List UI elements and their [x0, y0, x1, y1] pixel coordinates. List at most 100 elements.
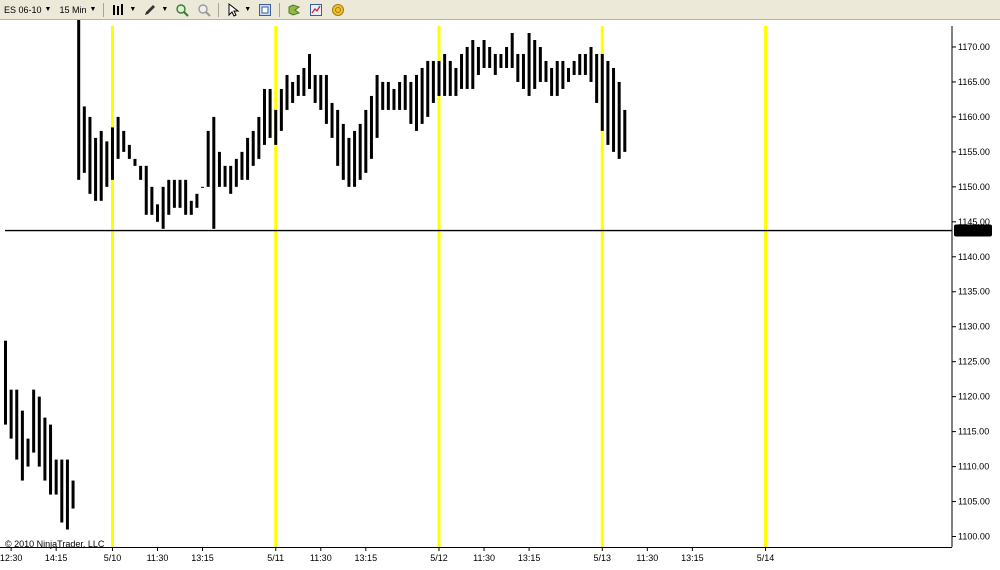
chevron-down-icon: ▼ — [89, 6, 97, 13]
price-bar — [538, 46, 542, 82]
y-tick-label: 1120.00 — [958, 392, 990, 402]
price-bar — [454, 67, 458, 96]
price-bar — [510, 32, 514, 68]
price-bar — [279, 88, 283, 131]
y-axis: 1100.00 1105.00 1110.00 1115.00 1120.00 1125.… — [952, 42, 990, 542]
y-tick-label: 1105.00 — [958, 497, 990, 507]
strategies-button[interactable] — [283, 1, 305, 19]
last-price-marker: 1143.75 — [954, 224, 992, 237]
x-tick-label: 5/14 — [757, 553, 775, 563]
zoom-in-button[interactable] — [171, 1, 193, 19]
price-bar — [521, 53, 525, 89]
price-bar — [358, 123, 362, 180]
price-bar — [533, 39, 537, 89]
price-bar — [420, 67, 424, 124]
price-bar — [527, 32, 531, 96]
chevron-down-icon: ▼ — [244, 6, 252, 13]
x-tick-label: 13:15 — [355, 553, 378, 563]
price-bar — [595, 53, 599, 103]
price-bar — [612, 67, 616, 152]
price-bar — [212, 116, 216, 229]
price-bar — [122, 130, 126, 152]
x-tick-label: 5/12 — [430, 553, 448, 563]
price-bar — [555, 60, 559, 96]
y-tick-label: 1135.00 — [958, 287, 990, 297]
price-bar — [4, 340, 7, 425]
x-axis: 12:30 14:15 5/10 11:30 13:15 5/11 11:30 13:15 5/… — [0, 547, 774, 563]
cursor-button[interactable]: ▼ — [222, 1, 254, 19]
price-bar — [223, 165, 227, 187]
interval-label: 15 Min — [59, 4, 87, 15]
price-bar — [319, 74, 323, 110]
price-bar — [403, 74, 407, 110]
price-bar — [448, 60, 452, 96]
price-bar — [49, 424, 53, 495]
price-bar — [336, 109, 340, 166]
x-tick-label: 11:30 — [473, 553, 495, 563]
price-bar — [493, 53, 497, 75]
price-bar — [392, 88, 396, 110]
instrument-label: ES 06-10 — [4, 4, 42, 15]
zoom-out-button[interactable] — [193, 1, 215, 19]
price-bar — [364, 109, 368, 173]
coin-icon — [330, 2, 346, 18]
price-bar — [488, 46, 492, 68]
price-bar — [431, 60, 435, 103]
plot-area — [0, 26, 953, 548]
price-bar — [443, 53, 447, 96]
price-bar — [606, 60, 610, 145]
price-bar — [544, 60, 548, 82]
price-bar — [623, 109, 627, 152]
y-tick-label: 1115.00 — [958, 427, 989, 437]
price-bar — [240, 151, 244, 180]
price-bar — [409, 81, 413, 124]
price-bar — [482, 39, 486, 68]
price-bar — [206, 130, 210, 187]
price-bar — [184, 179, 188, 215]
y-tick-label: 1140.00 — [958, 252, 990, 262]
price-bar — [572, 60, 576, 75]
price-bar — [369, 95, 373, 159]
price-bar — [589, 46, 593, 82]
price-bar — [105, 141, 109, 187]
price-bar — [54, 459, 58, 495]
y-tick-label: 1150.00 — [958, 182, 990, 192]
price-chart: 1100.00 1105.00 1110.00 1115.00 1120.00 1125.… — [0, 20, 992, 563]
price-bar — [600, 53, 604, 131]
price-bar — [414, 74, 418, 131]
price-bar — [144, 165, 148, 215]
interval-selector[interactable]: 15 Min ▼ — [55, 1, 100, 19]
price-bar — [77, 20, 81, 180]
indicators-button[interactable] — [305, 1, 327, 19]
price-bar — [167, 179, 171, 215]
price-bar — [94, 137, 98, 201]
puzzle-icon — [286, 2, 302, 18]
drawing-tools-button[interactable]: ▼ — [139, 1, 171, 19]
price-bar — [330, 102, 334, 138]
price-bar — [471, 39, 475, 89]
chevron-down-icon: ▼ — [161, 6, 169, 13]
price-bar — [116, 116, 120, 159]
price-bar — [505, 46, 509, 68]
price-bar — [341, 123, 345, 180]
price-bar — [291, 81, 295, 103]
x-tick-label: 5/13 — [594, 553, 612, 563]
price-bar — [274, 109, 278, 145]
price-bar — [26, 438, 30, 467]
price-bar — [285, 74, 289, 110]
price-bar — [375, 74, 379, 138]
last-price-label: 1143.75 — [957, 226, 989, 236]
x-tick-label: 5/11 — [267, 553, 284, 563]
price-bar — [139, 165, 143, 180]
chart-style-button[interactable]: ▼ — [107, 1, 139, 19]
market-analyzer-button[interactable] — [327, 1, 349, 19]
properties-button[interactable] — [254, 1, 276, 19]
price-bar — [189, 200, 193, 215]
instrument-selector[interactable]: ES 06-10 ▼ — [0, 1, 55, 19]
price-bar — [313, 74, 317, 103]
arrow-cursor-icon — [225, 2, 241, 18]
y-tick-label: 1170.00 — [958, 42, 990, 52]
toolbar-divider — [218, 2, 220, 17]
price-bar — [9, 389, 13, 439]
price-bar — [353, 130, 357, 187]
